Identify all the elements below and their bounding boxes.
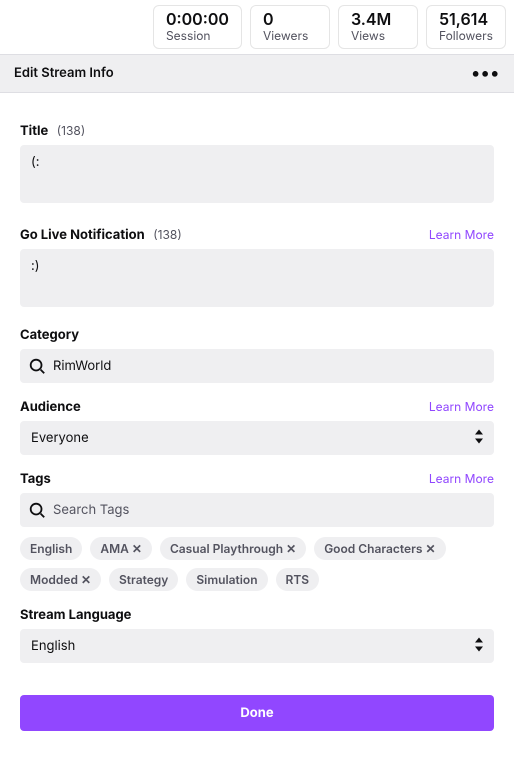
notification-learn-more-link[interactable]: Learn More — [429, 227, 494, 242]
search-icon — [28, 357, 46, 375]
stat-value: 0:00:00 — [166, 10, 229, 29]
panel-title: Edit Stream Info — [14, 65, 114, 81]
tags-search-input[interactable] — [20, 493, 494, 527]
notification-section: Go Live Notification (138) Learn More — [20, 223, 494, 311]
close-icon[interactable]: ✕ — [81, 572, 91, 587]
panel-header: Edit Stream Info ••• — [0, 54, 514, 93]
tag-text: Simulation — [196, 572, 257, 587]
close-icon[interactable]: ✕ — [132, 541, 142, 556]
audience-learn-more-link[interactable]: Learn More — [429, 399, 494, 414]
audience-label: Audience — [20, 399, 81, 415]
search-icon — [28, 501, 46, 519]
tag-text: Casual Playthrough — [170, 541, 283, 556]
tag-pill[interactable]: Strategy — [109, 568, 178, 591]
stat-label: Views — [351, 29, 405, 43]
tags-learn-more-link[interactable]: Learn More — [429, 471, 494, 486]
tag-pill[interactable]: Good Characters✕ — [314, 537, 445, 560]
stat-viewers: 0 Viewers — [250, 5, 330, 49]
more-icon[interactable]: ••• — [471, 63, 500, 84]
category-input[interactable] — [20, 349, 494, 383]
tag-text: Good Characters — [324, 541, 422, 556]
tag-text: Strategy — [119, 572, 168, 587]
tag-pill[interactable]: Modded✕ — [20, 568, 101, 591]
stat-views: 3.4M Views — [338, 5, 418, 49]
notification-count: (138) — [153, 227, 181, 242]
stat-value: 51,614 — [439, 10, 493, 29]
language-select[interactable]: English — [20, 629, 494, 663]
category-label: Category — [20, 327, 79, 343]
title-label: Title — [20, 123, 48, 139]
panel-body: Title (138) Go Live Notification (138) L… — [0, 93, 514, 751]
language-section: Stream Language English — [20, 607, 494, 663]
title-count: (138) — [57, 123, 85, 138]
stat-label: Followers — [439, 29, 493, 43]
audience-select[interactable]: Everyone — [20, 421, 494, 455]
tag-text: English — [30, 541, 72, 556]
tag-pill[interactable]: Casual Playthrough✕ — [160, 537, 306, 560]
stat-followers: 51,614 Followers — [426, 5, 506, 49]
stat-session: 0:00:00 Session — [153, 5, 242, 49]
stat-label: Viewers — [263, 29, 317, 43]
tag-pill[interactable]: AMA✕ — [90, 537, 152, 560]
close-icon[interactable]: ✕ — [425, 541, 435, 556]
notification-label: Go Live Notification — [20, 227, 145, 243]
language-label: Stream Language — [20, 607, 131, 623]
tag-text: Modded — [30, 572, 78, 587]
tag-pill[interactable]: RTS — [276, 568, 320, 591]
close-icon[interactable]: ✕ — [286, 541, 296, 556]
notification-input[interactable] — [20, 249, 494, 307]
tag-pill[interactable]: English — [20, 537, 82, 560]
category-section: Category — [20, 327, 494, 383]
stats-bar: 0:00:00 Session 0 Viewers 3.4M Views 51,… — [0, 0, 514, 54]
stat-value: 3.4M — [351, 10, 405, 29]
tag-text: AMA — [100, 541, 129, 556]
title-section: Title (138) — [20, 119, 494, 207]
stat-label: Session — [166, 29, 229, 43]
tags-label: Tags — [20, 471, 51, 487]
tags-section: Tags Learn More EnglishAMA✕Casual Playth… — [20, 471, 494, 591]
title-input[interactable] — [20, 145, 494, 203]
stat-value: 0 — [263, 10, 317, 29]
tag-pill[interactable]: Simulation — [186, 568, 267, 591]
tag-text: RTS — [286, 572, 310, 587]
done-button[interactable]: Done — [20, 695, 494, 731]
audience-section: Audience Learn More Everyone — [20, 399, 494, 455]
tags-row: EnglishAMA✕Casual Playthrough✕Good Chara… — [20, 537, 494, 591]
